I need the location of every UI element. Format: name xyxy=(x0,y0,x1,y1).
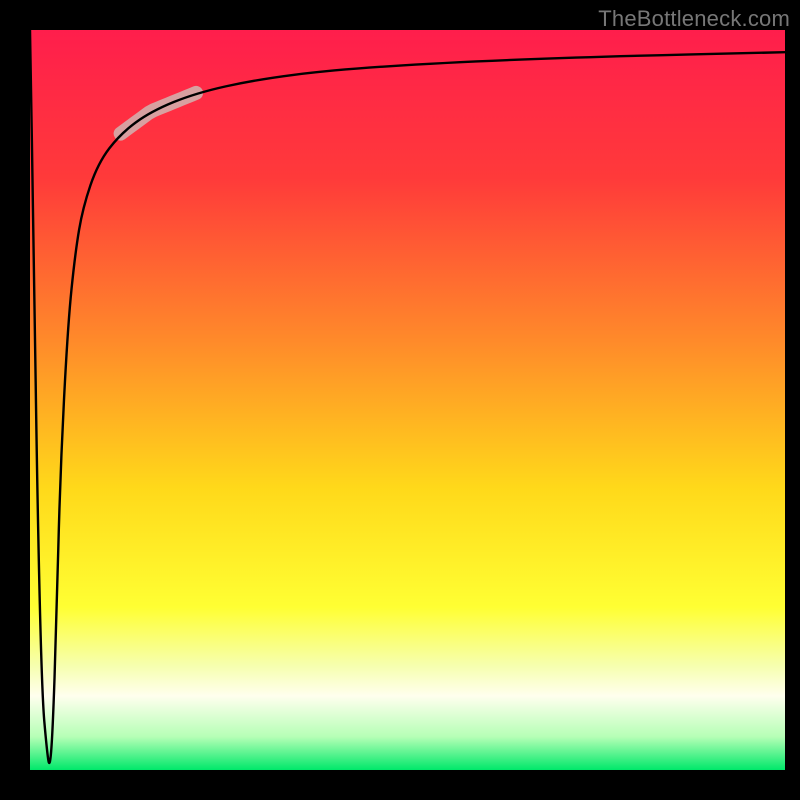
curve-line xyxy=(30,30,785,763)
bottleneck-curve xyxy=(30,30,785,770)
attribution-text: TheBottleneck.com xyxy=(598,6,790,32)
plot-area xyxy=(30,30,785,770)
